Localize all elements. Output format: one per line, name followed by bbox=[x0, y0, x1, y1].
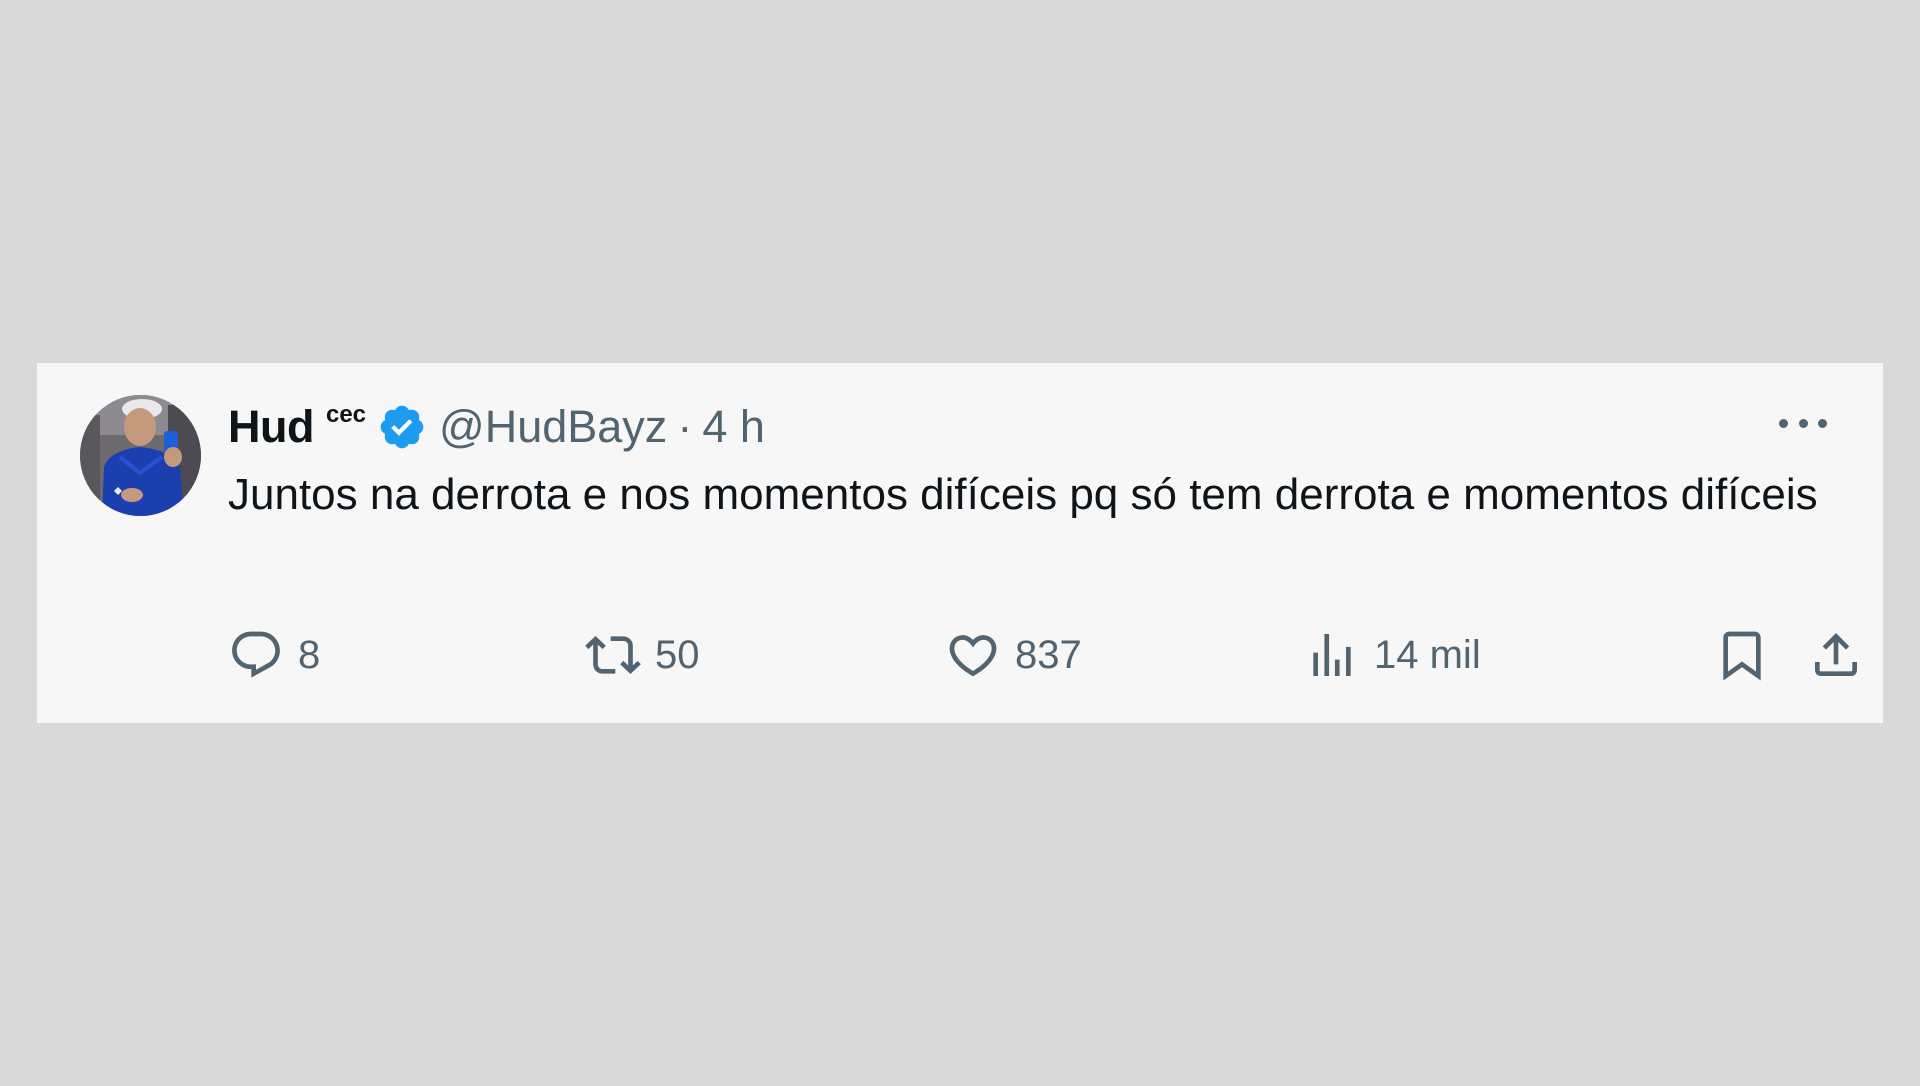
share-icon bbox=[1815, 633, 1857, 676]
tweet-card[interactable]: Hud cec @HudBayz · 4 h Juntos na derrota… bbox=[37, 363, 1883, 723]
repost-icon bbox=[585, 636, 641, 674]
like-button[interactable]: 837 bbox=[945, 625, 1082, 685]
views-button[interactable]: 14 mil bbox=[1304, 625, 1481, 685]
bookmark-button[interactable] bbox=[1714, 625, 1770, 685]
user-handle[interactable]: @HudBayz bbox=[439, 401, 667, 453]
reply-icon bbox=[232, 631, 280, 678]
avatar[interactable] bbox=[80, 395, 201, 516]
more-options-button[interactable] bbox=[1779, 411, 1827, 435]
more-icon-dot bbox=[1798, 418, 1808, 428]
tweet-header: Hud cec @HudBayz · 4 h bbox=[228, 399, 765, 455]
share-button[interactable] bbox=[1808, 625, 1864, 685]
more-icon-dot bbox=[1779, 418, 1788, 428]
views-chart-icon bbox=[1313, 634, 1351, 676]
repost-count: 50 bbox=[655, 632, 700, 677]
like-count: 837 bbox=[1015, 632, 1082, 677]
verified-badge-icon[interactable] bbox=[377, 402, 427, 452]
action-bar: 8 50 837 14 mil bbox=[228, 625, 1857, 685]
bookmark-icon bbox=[1723, 631, 1761, 681]
timestamp[interactable]: 4 h bbox=[702, 401, 765, 453]
repost-button[interactable]: 50 bbox=[585, 625, 700, 685]
display-name[interactable]: Hud bbox=[228, 401, 314, 453]
separator-dot: · bbox=[677, 401, 693, 452]
heart-icon bbox=[949, 635, 997, 677]
reply-count: 8 bbox=[298, 632, 321, 677]
tweet-text: Juntos na derrota e nos momentos difícei… bbox=[228, 470, 1818, 519]
reply-button[interactable]: 8 bbox=[228, 625, 320, 685]
views-count: 14 mil bbox=[1374, 632, 1481, 677]
more-icon-dot bbox=[1818, 418, 1827, 428]
name-suffix: cec bbox=[325, 401, 367, 428]
